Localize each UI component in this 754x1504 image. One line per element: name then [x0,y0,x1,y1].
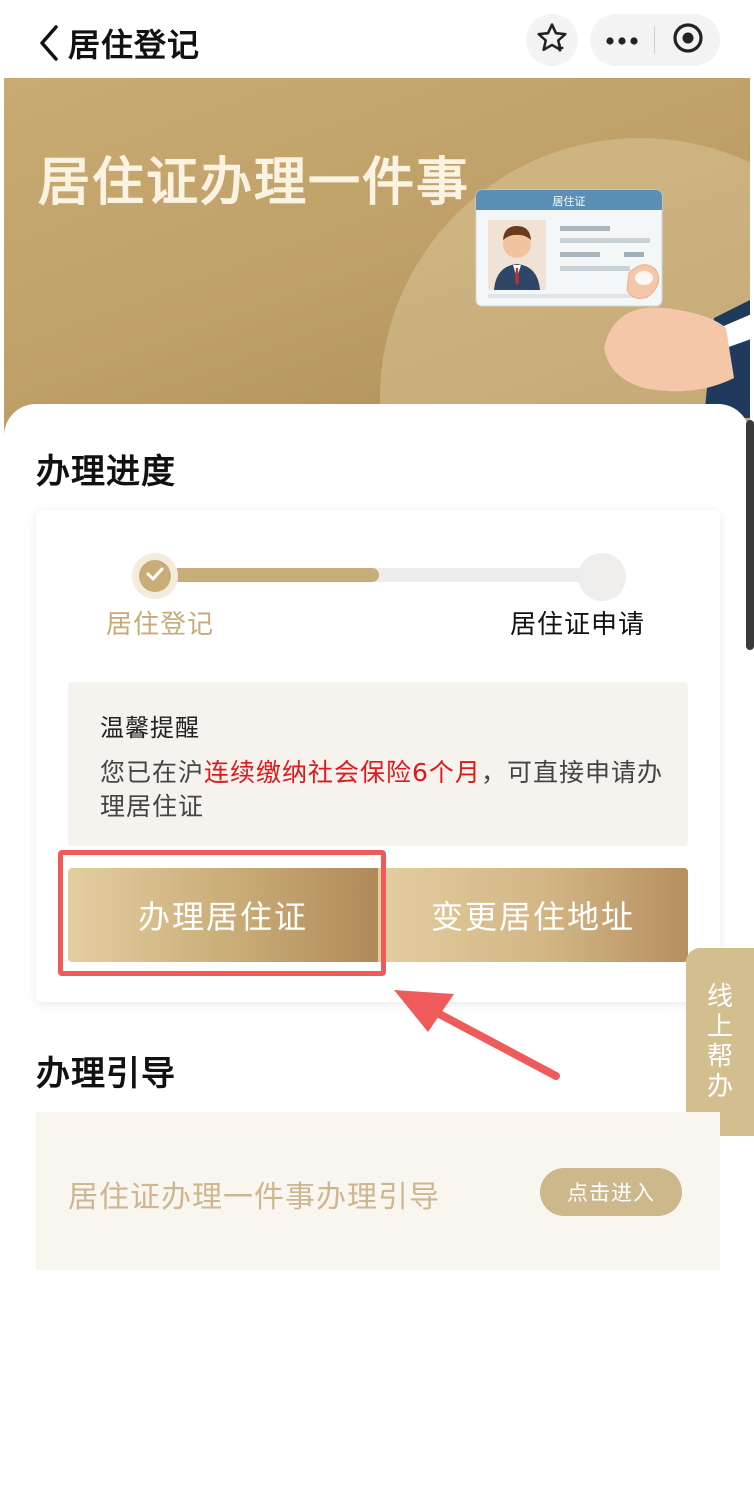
guide-item-text: 居住证办理一件事办理引导 [68,1180,440,1215]
chevron-left-icon [36,23,62,63]
reminder-text-highlight: 连续缴纳社会保险6个月 [204,758,481,787]
back-button[interactable]: 居住登记 [36,20,200,66]
scrollbar[interactable] [746,420,754,650]
guide-section-title: 办理引导 [36,1054,176,1094]
annotation-highlight-box [58,850,386,976]
progress-section-title: 办理进度 [36,452,176,492]
mini-program-capsule [590,14,720,66]
favorite-button[interactable] [526,14,578,66]
record-target-icon [671,21,705,59]
step-node-pending [578,553,626,601]
more-button[interactable] [590,31,654,50]
card-label: 居住证 [553,194,586,208]
star-icon [535,21,569,59]
annotation-arrow [384,980,564,1084]
reminder-text: 您已在沪连续缴纳社会保险6个月，可直接申请办理居住证 [100,756,670,824]
online-help-button[interactable]: 线上帮办 [686,948,754,1136]
id-card-illustration: 居住证 [464,178,750,422]
nav-bar: 居住登记 [0,0,754,78]
step-label-registration: 居住登记 [106,610,215,640]
progress-track-fill [154,568,379,582]
close-mini-program-button[interactable] [655,21,720,59]
reminder-text-prefix: 您已在沪 [100,758,205,787]
more-dots-icon [605,31,639,50]
step-node-done [132,553,178,599]
change-address-button[interactable]: 变更居住地址 [378,868,688,962]
checkmark-icon [145,566,165,586]
reminder-title: 温馨提醒 [100,714,200,742]
banner-title: 居住证办理一件事 [38,153,471,213]
enter-guide-button[interactable]: 点击进入 [540,1168,682,1216]
banner: 居住证办理一件事 居住证 [4,78,750,438]
page-title: 居住登记 [68,26,201,64]
online-help-label: 线上帮办 [706,982,733,1102]
step-label-permit-application: 居住证申请 [510,610,646,640]
